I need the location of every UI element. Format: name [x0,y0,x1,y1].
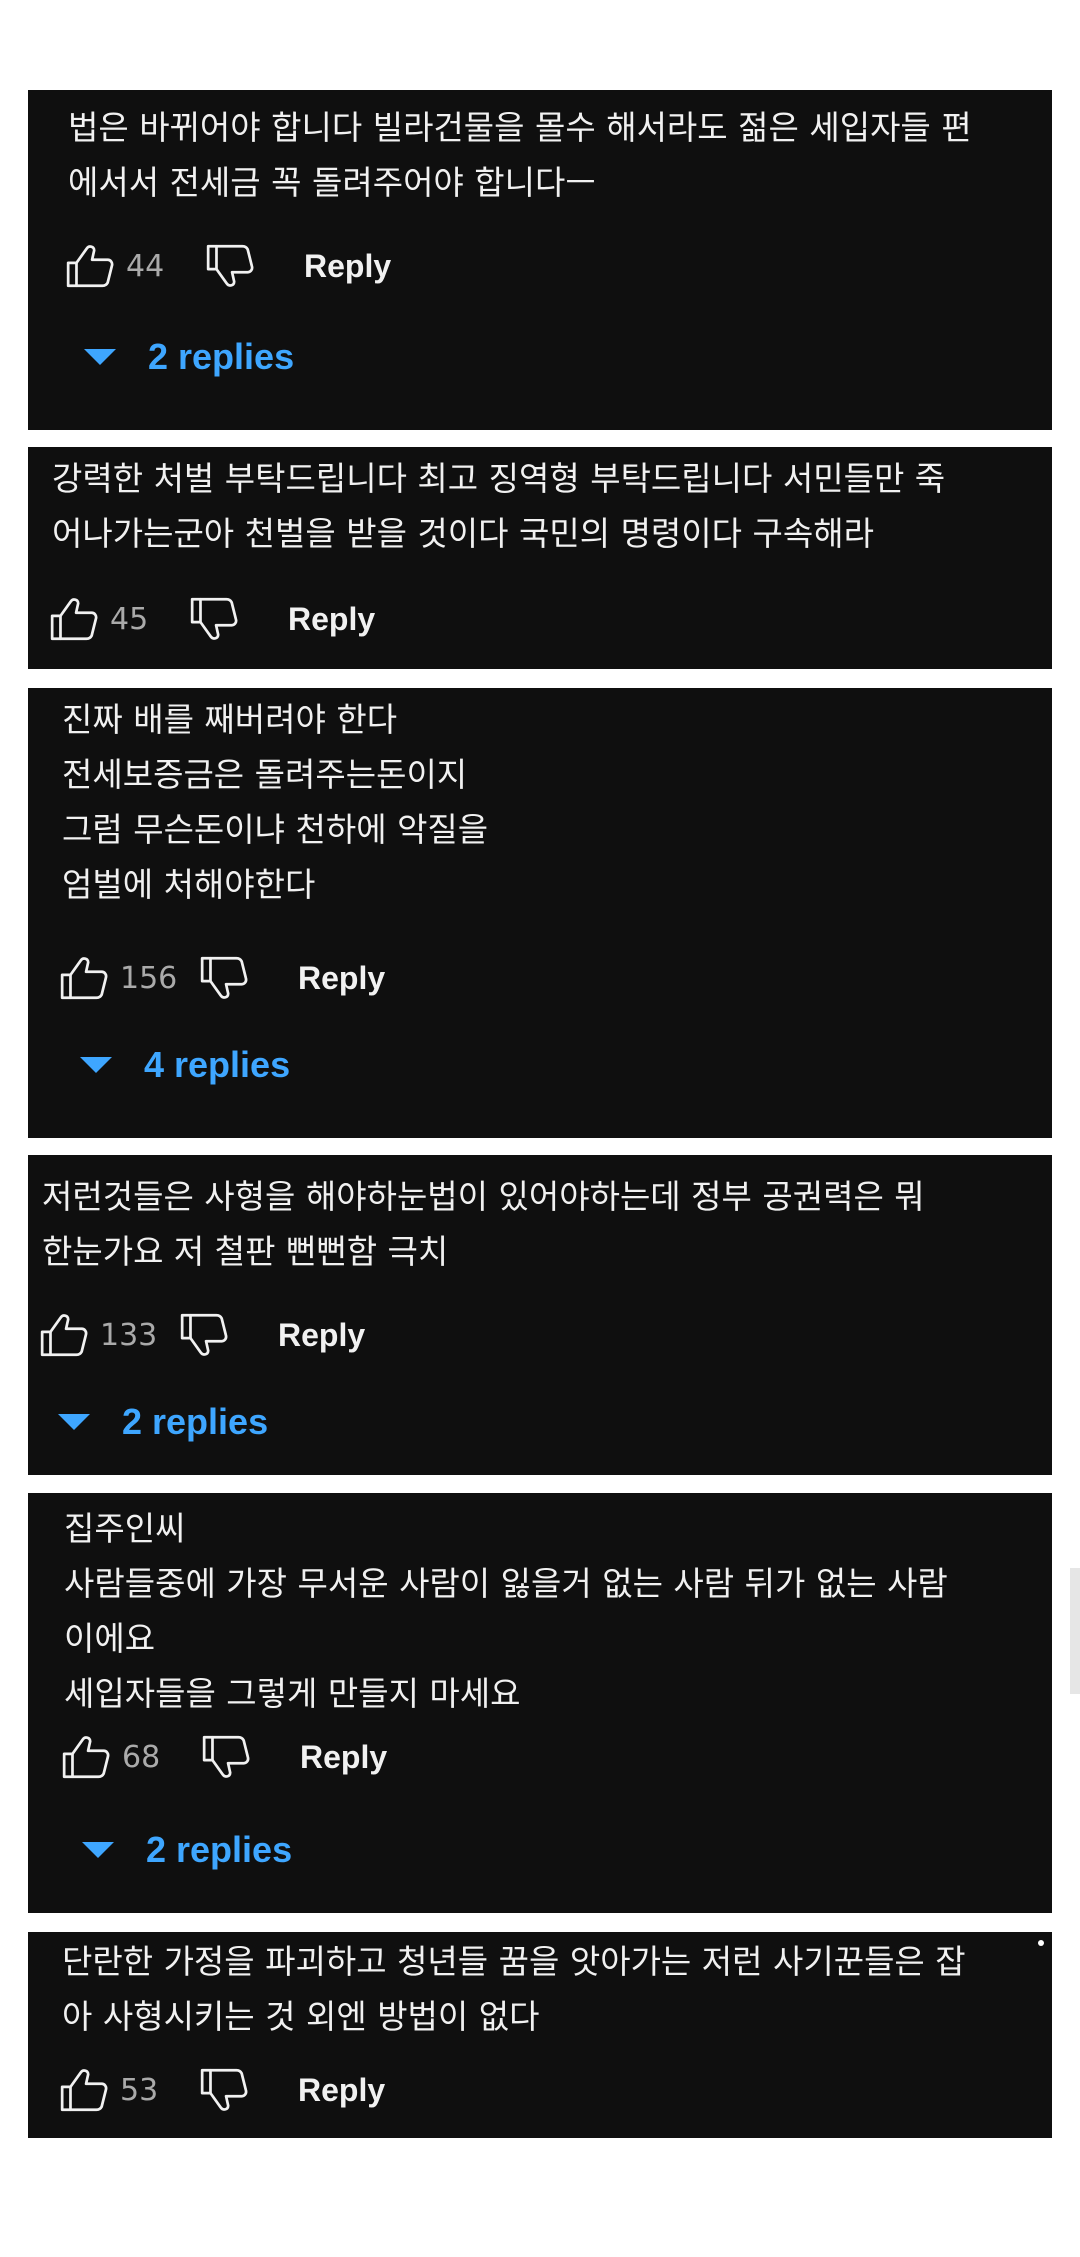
view-replies-button[interactable]: 4 replies [80,1044,290,1086]
reply-button[interactable]: Reply [298,960,385,997]
comment-actions: 45 Reply [48,589,375,649]
thumbs-up-icon[interactable] [64,240,116,292]
like-count: 68 [122,1739,161,1775]
comment-card: 집주인씨 사람들중에 가장 무서운 사람이 잃을거 없는 사람 뒤가 없는 사람… [28,1493,1052,1913]
thumbs-up-icon[interactable] [48,593,100,645]
triangle-down-icon [82,1842,114,1858]
reply-button[interactable]: Reply [304,248,391,285]
replies-label: 2 replies [148,336,295,377]
thumbs-down-icon[interactable] [200,1731,252,1783]
like-count: 53 [120,2072,159,2108]
comment-actions: 156 Reply [58,948,385,1008]
comment-text: 단란한 가정을 파괴하고 청년들 꿈을 앗아가는 저런 사기꾼들은 잡 아 사형… [62,1942,966,2036]
comment-text: 집주인씨 사람들중에 가장 무서운 사람이 잃을거 없는 사람 뒤가 없는 사람… [64,1509,948,1713]
thumbs-up-icon[interactable] [58,2064,110,2116]
triangle-down-icon [58,1414,90,1430]
view-replies-button[interactable]: 2 replies [82,1829,292,1871]
comment-card: 저런것들은 사형을 해야하눈법이 있어야하는데 정부 공권력은 뭐 한눈가요 저… [28,1155,1052,1475]
thumbs-down-icon[interactable] [178,1309,230,1361]
thumbs-down-icon[interactable] [204,240,256,292]
comment-card: 단란한 가정을 파괴하고 청년들 꿈을 앗아가는 저런 사기꾼들은 잡 아 사형… [28,1932,1052,2138]
comment-text: 진짜 배를 째버려야 한다 전세보증금은 돌려주는돈이지 그럼 무슨돈이냐 천하… [62,700,489,904]
thumbs-down-icon[interactable] [198,2064,250,2116]
replies-label: 4 replies [144,1044,291,1085]
comment-actions: 53 Reply [58,2060,385,2120]
thumbs-up-icon[interactable] [60,1731,112,1783]
reply-button[interactable]: Reply [288,601,375,638]
thumbs-down-icon[interactable] [188,593,240,645]
triangle-down-icon [84,349,116,365]
thumbs-up-icon[interactable] [38,1309,90,1361]
triangle-down-icon [80,1057,112,1073]
scrollbar[interactable] [1070,1568,1080,1694]
like-count: 156 [120,960,178,996]
like-count: 45 [110,601,149,637]
comment-text: 법은 바뀌어야 합니다 빌라건물을 몰수 해서라도 젊은 세입자들 편 에서서 … [68,108,972,202]
reply-button[interactable]: Reply [298,2072,385,2109]
thumbs-down-icon[interactable] [198,952,250,1004]
comment-actions: 133 Reply [38,1305,365,1365]
comment-actions: 44 Reply [64,236,391,296]
comment-actions: 68 Reply [60,1727,387,1787]
comment-card: 강력한 처벌 부탁드립니다 최고 징역형 부탁드립니다 서민들만 죽 어나가는군… [28,447,1052,669]
comment-card: 법은 바뀌어야 합니다 빌라건물을 몰수 해서라도 젊은 세입자들 편 에서서 … [28,90,1052,430]
reply-button[interactable]: Reply [300,1739,387,1776]
thumbs-up-icon[interactable] [58,952,110,1004]
menu-dot-icon[interactable] [1038,1940,1044,1946]
view-replies-button[interactable]: 2 replies [84,336,294,378]
comment-text: 강력한 처벌 부탁드립니다 최고 징역형 부탁드립니다 서민들만 죽 어나가는군… [52,459,946,553]
view-replies-button[interactable]: 2 replies [58,1401,268,1443]
comment-text: 저런것들은 사형을 해야하눈법이 있어야하는데 정부 공권력은 뭐 한눈가요 저… [42,1177,925,1271]
like-count: 133 [100,1317,158,1353]
comment-card: 진짜 배를 째버려야 한다 전세보증금은 돌려주는돈이지 그럼 무슨돈이냐 천하… [28,688,1052,1138]
reply-button[interactable]: Reply [278,1317,365,1354]
replies-label: 2 replies [122,1401,269,1442]
replies-label: 2 replies [146,1829,293,1870]
like-count: 44 [126,248,165,284]
